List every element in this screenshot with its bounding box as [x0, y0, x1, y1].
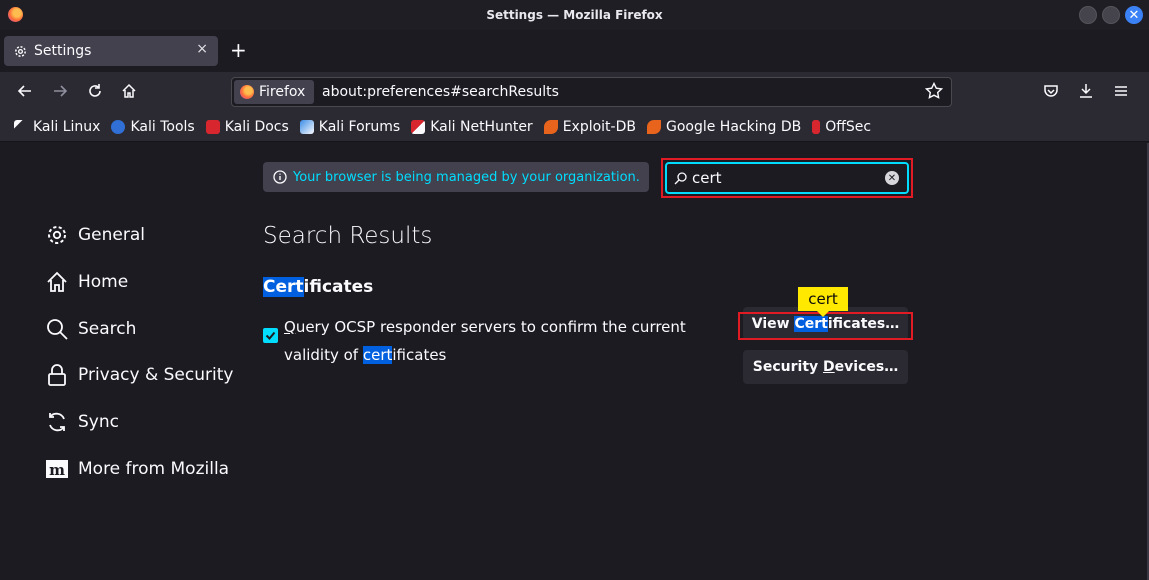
ocsp-checkbox[interactable] [263, 328, 278, 343]
sidebar-item-home[interactable]: Home [45, 270, 128, 294]
security-devices-button[interactable]: Security Devices… [743, 350, 908, 384]
mozilla-icon: m [46, 460, 68, 479]
back-button[interactable] [14, 80, 36, 102]
minimize-button[interactable] [1079, 6, 1097, 24]
download-icon [1080, 84, 1092, 98]
search-tooltip: cert [798, 287, 848, 317]
kali-dragon-icon [14, 119, 28, 134]
window-titlebar: Settings — Mozilla Firefox ✕ [0, 0, 1149, 30]
star-icon [924, 81, 944, 99]
bookmark-offsec[interactable]: OffSec [812, 119, 871, 135]
reload-button[interactable] [84, 80, 106, 102]
tab-close-icon[interactable]: × [196, 41, 208, 57]
reload-icon [89, 84, 101, 97]
bookmark-kali-forums[interactable]: Kali Forums [299, 119, 400, 135]
tab-label: Settings [34, 43, 92, 59]
exploit-db-icon [543, 119, 558, 134]
search-input[interactable]: cert ✕ [665, 162, 909, 194]
url-text[interactable]: about:preferences#searchResults [322, 84, 559, 100]
pocket-button[interactable] [1040, 80, 1062, 102]
bookmark-kali-tools[interactable]: Kali Tools [111, 119, 195, 135]
policies-notice[interactable]: Your browser is being managed by your or… [263, 162, 649, 192]
lock-icon [48, 364, 66, 386]
home-button[interactable] [118, 80, 140, 102]
certificates-heading: Certificates [263, 277, 374, 297]
search-icon [47, 319, 68, 340]
forward-button[interactable] [49, 80, 71, 102]
bookmark-star-button[interactable] [924, 81, 944, 104]
identity-box[interactable]: Firefox [234, 80, 314, 104]
nethunter-icon [411, 119, 426, 134]
bookmark-kali-nethunter[interactable]: Kali NetHunter [411, 119, 533, 135]
maximize-button[interactable] [1102, 6, 1120, 24]
tab-strip: Settings × [0, 30, 1149, 72]
hamburger-menu-icon [1115, 86, 1127, 96]
arrow-left-icon [17, 85, 31, 97]
home-icon [122, 83, 136, 98]
close-window-button[interactable]: ✕ [1125, 6, 1143, 24]
policies-link[interactable]: Your browser is being managed by your or… [293, 170, 640, 185]
offsec-icon [812, 119, 821, 134]
search-icon [674, 170, 688, 189]
pocket-icon [1044, 85, 1058, 97]
identity-label: Firefox [259, 84, 306, 100]
clear-search-icon[interactable]: ✕ [885, 171, 899, 185]
bookmark-google-hacking-db[interactable]: Google Hacking DB [646, 119, 801, 135]
sidebar-item-sync[interactable]: Sync [45, 410, 119, 434]
url-bar[interactable]: Firefox about:preferences#searchResults [231, 77, 952, 107]
downloads-button[interactable] [1075, 80, 1097, 102]
bookmark-kali-docs[interactable]: Kali Docs [205, 119, 289, 135]
sync-icon [49, 412, 65, 432]
arrow-right-icon [54, 85, 68, 97]
kali-docs-icon [205, 119, 220, 134]
sidebar-item-general[interactable]: General [45, 223, 145, 247]
window-title: Settings — Mozilla Firefox [486, 8, 663, 22]
firefox-logo-icon [240, 85, 254, 99]
checkmark-icon [265, 331, 276, 340]
sidebar-item-privacy[interactable]: Privacy & Security [45, 363, 233, 387]
search-input-value: cert [692, 169, 722, 187]
bookmarks-toolbar: Kali Linux Kali Tools Kali Docs Kali For… [0, 112, 1149, 142]
tab-settings[interactable]: Settings × [4, 36, 218, 66]
ocsp-checkbox-label[interactable]: Query OCSP responder servers to confirm … [284, 313, 736, 369]
search-results-title: Search Results [263, 223, 433, 249]
bookmark-kali-linux[interactable]: Kali Linux [14, 119, 100, 135]
firefox-logo-icon [8, 7, 23, 22]
gear-icon [48, 226, 66, 244]
app-menu-button[interactable] [1110, 80, 1132, 102]
home-icon [47, 271, 67, 292]
sidebar-item-more-from-mozilla[interactable]: m More from Mozilla [45, 457, 229, 481]
search-match-highlight: cert [362, 346, 393, 364]
svg-text:m: m [49, 461, 65, 479]
kali-forums-icon [299, 119, 314, 134]
sidebar-item-search[interactable]: Search [45, 317, 136, 341]
gear-icon [15, 45, 26, 57]
kali-tools-icon [111, 119, 126, 134]
ghdb-icon [646, 119, 661, 134]
bookmark-exploit-db[interactable]: Exploit-DB [543, 119, 636, 135]
search-match-highlight: Cert [263, 277, 304, 297]
new-tab-button[interactable]: + [230, 40, 247, 60]
info-icon [273, 170, 287, 184]
